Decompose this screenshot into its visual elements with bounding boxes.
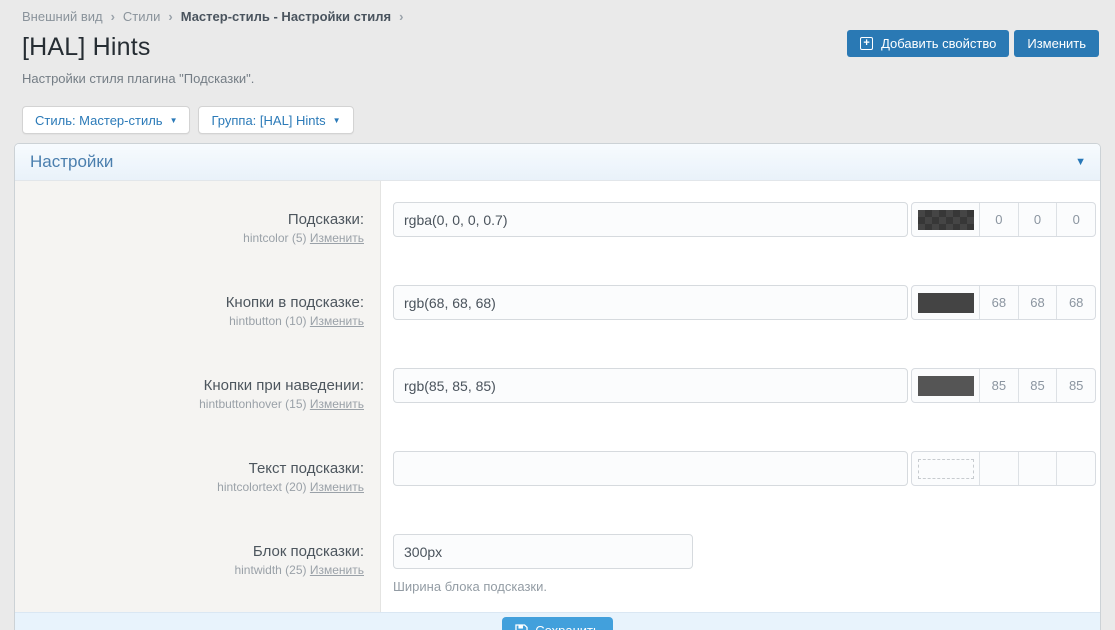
- breadcrumb-separator-icon: [399, 9, 403, 24]
- save-button[interactable]: Сохранить: [502, 617, 613, 630]
- color-swatch[interactable]: [918, 293, 974, 313]
- property-row-hintwidth: Блок подсказки: hintwidth (25) Изменить …: [15, 513, 1100, 612]
- breadcrumb-separator-icon: [111, 9, 115, 24]
- panel-footer: Сохранить: [15, 612, 1100, 630]
- property-edit-link[interactable]: Изменить: [310, 397, 364, 411]
- plus-icon: [860, 37, 873, 50]
- save-floppy-icon: [515, 624, 528, 630]
- rgb-r-value[interactable]: 0: [979, 203, 1018, 236]
- rgb-g-value[interactable]: [1018, 452, 1057, 485]
- color-picker-group: 0 0 0: [911, 202, 1096, 237]
- color-picker-group: [911, 451, 1096, 486]
- breadcrumb: Внешний вид Стили Мастер-стиль - Настрой…: [22, 9, 1099, 24]
- settings-panel: Настройки Подсказки: hintcolor (5) Измен…: [14, 143, 1101, 630]
- hintbutton-input[interactable]: [393, 285, 908, 320]
- breadcrumb-current[interactable]: Мастер-стиль - Настройки стиля: [181, 9, 391, 24]
- rgb-g-value[interactable]: 85: [1018, 369, 1057, 402]
- property-label: Блок подсказки:: [15, 542, 364, 561]
- page-subtitle: Настройки стиля плагина "Подсказки".: [22, 71, 1099, 86]
- style-dropdown[interactable]: Стиль: Мастер-стиль: [22, 106, 190, 134]
- property-row-hintcolortext: Текст подсказки: hintcolortext (20) Изме…: [15, 430, 1100, 513]
- add-property-button[interactable]: Добавить свойство: [847, 30, 1009, 57]
- panel-title: Настройки: [30, 152, 113, 172]
- rgb-r-value[interactable]: [979, 452, 1018, 485]
- property-edit-link[interactable]: Изменить: [310, 314, 364, 328]
- hintwidth-input[interactable]: [393, 534, 693, 569]
- property-name: hintbutton (10): [229, 314, 306, 328]
- color-swatch[interactable]: [918, 459, 974, 479]
- property-label: Кнопки в подсказке:: [15, 293, 364, 312]
- settings-panel-header[interactable]: Настройки: [15, 144, 1100, 181]
- property-row-hintbuttonhover: Кнопки при наведении: hintbuttonhover (1…: [15, 347, 1100, 430]
- add-property-label: Добавить свойство: [881, 36, 996, 51]
- rgb-b-value[interactable]: [1056, 452, 1095, 485]
- breadcrumb-styles[interactable]: Стили: [123, 9, 160, 24]
- property-label: Кнопки при наведении:: [15, 376, 364, 395]
- rgb-r-value[interactable]: 85: [979, 369, 1018, 402]
- rgb-b-value[interactable]: 68: [1056, 286, 1095, 319]
- property-label: Текст подсказки:: [15, 459, 364, 478]
- property-edit-link[interactable]: Изменить: [310, 231, 364, 245]
- rgb-g-value[interactable]: 68: [1018, 286, 1057, 319]
- edit-button[interactable]: Изменить: [1014, 30, 1099, 57]
- settings-panel-body: Подсказки: hintcolor (5) Изменить 0 0 0: [15, 181, 1100, 612]
- breadcrumb-appearance[interactable]: Внешний вид: [22, 9, 103, 24]
- save-button-label: Сохранить: [535, 623, 600, 630]
- collapse-chevron-icon[interactable]: [1075, 156, 1086, 168]
- chevron-down-icon: [333, 116, 341, 125]
- hintcolor-input[interactable]: [393, 202, 908, 237]
- color-picker-group: 68 68 68: [911, 285, 1096, 320]
- style-dropdown-label: Стиль: Мастер-стиль: [35, 113, 163, 128]
- property-name: hintcolor (5): [243, 231, 306, 245]
- top-header: Внешний вид Стили Мастер-стиль - Настрой…: [0, 0, 1115, 134]
- filter-row: Стиль: Мастер-стиль Группа: [HAL] Hints: [22, 106, 1099, 134]
- breadcrumb-separator-icon: [168, 9, 172, 24]
- rgb-b-value[interactable]: 85: [1056, 369, 1095, 402]
- property-edit-link[interactable]: Изменить: [310, 563, 364, 577]
- group-dropdown-label: Группа: [HAL] Hints: [211, 113, 325, 128]
- property-name: hintbuttonhover (15): [199, 397, 306, 411]
- color-swatch[interactable]: [918, 376, 974, 396]
- rgb-b-value[interactable]: 0: [1056, 203, 1095, 236]
- rgb-r-value[interactable]: 68: [979, 286, 1018, 319]
- color-swatch[interactable]: [918, 210, 974, 230]
- chevron-down-icon: [170, 116, 178, 125]
- property-name: hintcolortext (20): [217, 480, 306, 494]
- edit-button-label: Изменить: [1027, 36, 1086, 51]
- group-dropdown[interactable]: Группа: [HAL] Hints: [198, 106, 353, 134]
- property-label: Подсказки:: [15, 210, 364, 229]
- hintcolortext-input[interactable]: [393, 451, 908, 486]
- color-picker-group: 85 85 85: [911, 368, 1096, 403]
- property-row-hintbutton: Кнопки в подсказке: hintbutton (10) Изме…: [15, 264, 1100, 347]
- hintbuttonhover-input[interactable]: [393, 368, 908, 403]
- rgb-g-value[interactable]: 0: [1018, 203, 1057, 236]
- property-row-hintcolor: Подсказки: hintcolor (5) Изменить 0 0 0: [15, 181, 1100, 264]
- header-actions: Добавить свойство Изменить: [847, 30, 1099, 57]
- field-description: Ширина блока подсказки.: [393, 579, 693, 594]
- property-edit-link[interactable]: Изменить: [310, 480, 364, 494]
- property-name: hintwidth (25): [234, 563, 306, 577]
